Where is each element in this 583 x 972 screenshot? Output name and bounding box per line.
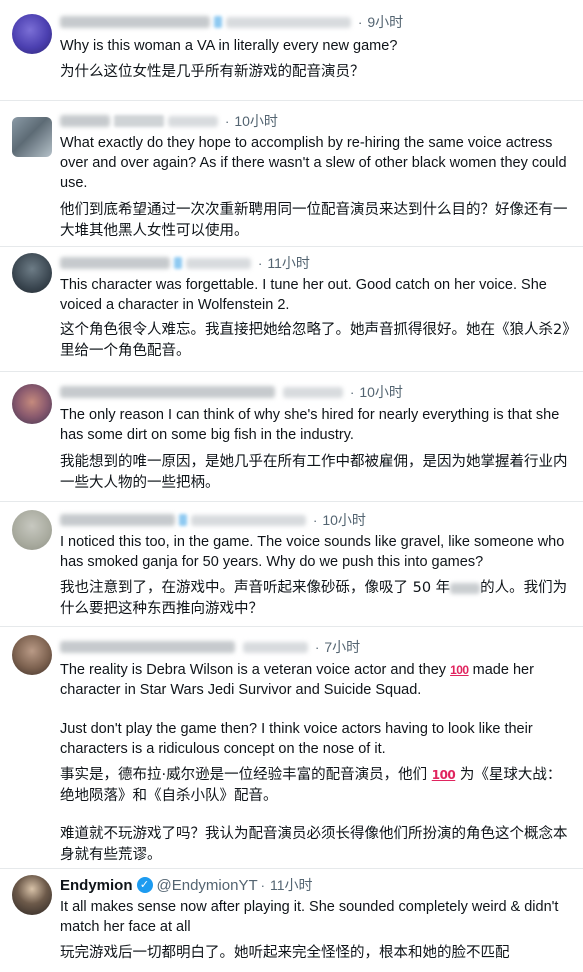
avatar[interactable] [12,875,52,915]
post-text-zh: 我也注意到了，在游戏中。声音听起来像砂砾，像吸了 50 年的人。我们为什么要把这… [60,578,575,620]
avatar[interactable] [12,510,52,550]
blurred-username [60,16,210,28]
post-text-en: What exactly do they hope to accomplish … [60,135,567,191]
post-time[interactable]: 9小时 [367,12,403,32]
hundred-points-emoji-icon: 100 [450,663,469,677]
separator-dot: · [358,14,363,30]
post-text-en: Why is this woman a VA in literally ever… [60,38,398,54]
post-text-zh: 我能想到的唯一原因，是她几乎在所有工作中都被雇佣，是因为她掌握着行业内一些大人物… [60,454,568,491]
post-text-en: It all makes sense now after playing it.… [60,899,559,935]
comment-post: · 7小时 The reality is Debra Wilson is a v… [0,626,583,868]
author-handle[interactable]: @EndymionYT [157,877,258,894]
avatar[interactable] [12,384,52,424]
comment-post: Endymion ✓ @EndymionYT · 11小时 It all mak… [0,868,583,972]
avatar[interactable] [12,635,52,675]
blurred-handle [283,386,343,398]
post-text-zh: 为什么这位女性是几乎所有新游戏的配音演员？ [60,64,365,80]
post-text-zh-part: 我也注意到了，在游戏中。声音听起来像砂砾，像吸了 50 年 [60,580,451,596]
blurred-handle [191,514,306,526]
post-time[interactable]: 11小时 [267,253,310,273]
blurred-username [60,257,170,269]
verified-badge-icon [179,514,187,526]
blurred-handle [226,16,351,28]
post-text-en: I noticed this too, in the game. The voi… [60,534,565,570]
post-header: · 10小时 [60,111,278,131]
post-header: · 11小时 [60,253,310,273]
avatar[interactable] [12,14,52,54]
post-header: · 10小时 [60,510,366,530]
blurred-username [60,514,175,526]
verified-badge-icon [214,16,222,28]
post-header: · 7小时 [60,637,360,657]
comment-post: · 10小时 I noticed this too, in the game. … [0,501,583,626]
avatar[interactable] [12,117,52,157]
verified-badge-icon [114,115,164,127]
post-time[interactable]: 7小时 [324,637,360,657]
post-text-en: The only reason I can think of why she's… [60,407,560,443]
comment-post: · 11小时 This character was forgettable. I… [0,246,583,371]
verified-badge-icon [174,257,182,269]
post-header: · 9小时 [60,12,403,32]
blurred-username [60,115,110,127]
post-text-en-2: Just don't play the game then? I think v… [60,721,533,757]
post-time[interactable]: 10小时 [234,111,278,131]
post-text-zh-part: 事实是，德布拉·威尔逊是一位经验丰富的配音演员，他们 [60,767,432,783]
post-text-zh: 事实是，德布拉·威尔逊是一位经验丰富的配音演员，他们 100 为《星球大战：绝地… [60,765,575,807]
separator-dot: · [313,512,318,528]
separator-dot: · [315,639,320,655]
comment-post: · 9小时 Why is this woman a VA in literall… [0,0,583,100]
post-time[interactable]: 11小时 [270,875,313,895]
comment-post: · 10小时 The only reason I can think of wh… [0,371,583,501]
post-header: Endymion ✓ @EndymionYT · 11小时 [60,875,313,895]
separator-dot: · [258,255,263,271]
post-text-zh: 玩完游戏后一切都明白了。她听起来完全怪怪的，根本和她的脸不匹配 [60,945,510,961]
post-text-en-part: The reality is Debra Wilson is a veteran… [60,662,451,678]
post-time[interactable]: 10小时 [322,510,366,530]
blurred-handle [186,257,251,269]
blurred-username [60,386,275,398]
author-name[interactable]: Endymion [60,877,133,894]
blurred-handle [168,115,218,127]
post-text-zh: 这个角色很令人难忘。我直接把她给忽略了。她声音抓得很好。她在《狼人杀2》里给一个… [60,322,570,359]
separator-dot: · [350,384,355,400]
post-text-en: This character was forgettable. I tune h… [60,277,547,313]
separator-dot: · [225,113,230,129]
post-text-zh-2: 难道就不玩游戏了吗？我认为配音演员必须长得像他们所扮演的角色这个概念本身就有些荒… [60,826,568,863]
redacted-word [450,582,481,594]
verified-badge-icon: ✓ [136,877,153,893]
comment-post: · 10小时 What exactly do they hope to acco… [0,100,583,246]
post-header: · 10小时 [60,382,403,402]
post-text-zh: 他们到底希望通过一次次重新聘用同一位配音演员来达到什么目的？好像还有一大堆其他黑… [60,202,568,239]
blurred-handle [243,641,308,653]
hundred-points-emoji-icon: 100 [431,768,456,782]
separator-dot: · [260,877,265,893]
blurred-username [60,641,235,653]
post-time[interactable]: 10小时 [359,382,403,402]
avatar[interactable] [12,253,52,293]
post-text-en: The reality is Debra Wilson is a veteran… [60,660,575,700]
